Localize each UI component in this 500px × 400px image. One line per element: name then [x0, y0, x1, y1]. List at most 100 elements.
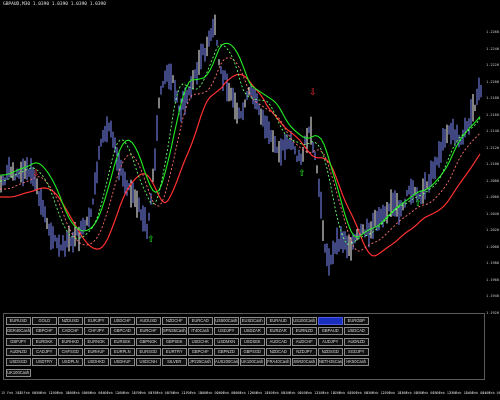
symbol-button-audcad[interactable]: AUDCAD — [266, 337, 291, 346]
symbol-button-eurhkd[interactable]: EURHKD — [58, 337, 83, 346]
symbol-button-eurnok[interactable]: EURNOK — [84, 337, 109, 346]
symbol-button-eursgd[interactable]: EURSGD — [136, 347, 161, 356]
symbol-button-swi20cash[interactable]: SWI20Cash — [292, 358, 317, 367]
symbol-button-usdcnh[interactable]: USDCNH — [136, 358, 161, 367]
symbol-button-usdcad[interactable]: USDCAD — [344, 327, 369, 336]
price-axis-label: 1.2180 — [486, 96, 499, 100]
symbol-button-audnzd[interactable]: AUDNZD — [344, 337, 369, 346]
symbol-button-ger40cash[interactable]: GER40Cash — [6, 327, 31, 336]
symbol-button-eurpln[interactable]: EURPLN — [110, 347, 135, 356]
symbol-button-eurzar[interactable]: EURZAR — [266, 327, 291, 336]
symbol-button-cadchf[interactable]: CADCHF — [58, 327, 83, 336]
symbol-button-chfjpy[interactable]: CHFJPY — [84, 327, 109, 336]
symbol-button-it40cash[interactable]: IT40Cash — [188, 327, 213, 336]
moving-average-red — [0, 73, 481, 257]
symbol-button-fra40cash[interactable]: FRA40Cash — [266, 358, 291, 367]
symbol-button-spn35cash[interactable]: SPN35Cash — [162, 327, 187, 336]
price-axis: 1.2260 1.2240 1.2220 1.2200 1.2180 1.2160 1.21… — [485, 0, 500, 390]
symbol-button-nzdusd[interactable]: NZDUSD — [58, 317, 83, 325]
price-axis-label: 1.1920 — [486, 310, 499, 315]
symbol-button-usdsgd[interactable]: USDSGD — [6, 358, 31, 367]
symbol-button-gbpnok[interactable]: GBPNOK — [136, 337, 161, 346]
price-axis-label: 1.1940 — [486, 294, 499, 298]
symbol-button-gbpcad[interactable]: GBPCAD — [110, 327, 135, 336]
symbol-button-usdzar[interactable]: USDZAR — [240, 327, 265, 336]
signal-arrow-down-icon: ⇩ — [32, 169, 40, 179]
symbol-button-usdsek[interactable]: USDSEK — [240, 337, 265, 346]
price-axis-label: 1.1980 — [486, 261, 499, 265]
price-axis-label: 1.2020 — [486, 228, 499, 232]
symbol-button-gbpaud[interactable]: GBPAUD — [318, 327, 343, 336]
symbol-button-gbpchf[interactable]: GBPCHF — [32, 327, 57, 336]
symbol-button-euraud[interactable]: EURAUD — [266, 317, 291, 325]
symbol-button-eurdkk[interactable]: EURDKK — [32, 337, 57, 346]
symbol-button-chfsgd[interactable]: CHFSGD — [58, 347, 83, 356]
symbol-button-cadjpy[interactable]: CADJPY — [32, 347, 57, 356]
price-axis-label: 1.1960 — [486, 277, 499, 282]
symbol-button-usdhuf[interactable]: USDHUF — [110, 358, 135, 367]
symbol-button-sgdjpy[interactable]: SGDJPY — [344, 347, 369, 356]
symbol-button-usdjpy[interactable]: USDJPY — [214, 327, 239, 336]
price-axis-label: 1.2100 — [486, 162, 499, 166]
symbol-button-gbpsgd[interactable]: GBPSGD — [240, 347, 265, 356]
symbol-button-jp225cash[interactable]: JP225Cash — [188, 358, 213, 367]
price-axis-label: 1.2240 — [486, 46, 499, 51]
symbol-button-audchf[interactable]: AUDCHF — [292, 337, 317, 346]
symbol-button-eurcad[interactable]: EURCAD — [188, 317, 213, 325]
price-axis-label: 1.2160 — [486, 112, 499, 117]
price-axis-label: 1.2040 — [486, 211, 499, 216]
signal-arrow-up-icon: ⇧ — [414, 199, 422, 209]
symbol-button-eurjpy[interactable]: EURJPY — [84, 317, 109, 325]
price-axis-label: 1.2000 — [486, 244, 499, 249]
price-axis-label: 1.2140 — [486, 129, 499, 133]
price-axis-label: 1.2200 — [486, 79, 499, 84]
symbol-button-eurhuf[interactable]: EURHUF — [84, 347, 109, 356]
symbol-button-aus200cash[interactable]: AUS200Cash — [214, 358, 239, 367]
symbol-button-usdtry[interactable]: USDTRY — [32, 358, 57, 367]
signal-arrow-up-icon: ⇧ — [298, 169, 306, 179]
symbol-button-audusd[interactable]: AUDUSD — [136, 317, 161, 325]
symbol-button-usdpln[interactable]: USDPLN — [58, 358, 83, 367]
symbol-button-audnzd[interactable]: AUDNZD — [6, 347, 31, 356]
symbol-button-gbpaud[interactable]: GBPAUD — [318, 317, 343, 325]
symbol-button-eusdcash[interactable]: EUSDCash — [240, 317, 265, 325]
symbol-button-nzdcad[interactable]: NZDCAD — [266, 347, 291, 356]
symbol-button-nzdchf[interactable]: NZDCHF — [162, 317, 187, 325]
signal-arrow-down-icon: ⇩ — [309, 88, 317, 98]
symbol-button-us500cash[interactable]: US500Cash — [214, 317, 239, 325]
symbol-button-eurchf[interactable]: EURCHF — [136, 327, 161, 336]
time-axis: 15 Feb 2023 15 Feb 06:00 15 Feb 12:00 15 Fe… — [0, 391, 500, 400]
chart-title: GBPAUD,M30 1.0390 1.0390 1.0390 1.0390 — [3, 2, 106, 7]
price-axis-label: 1.2220 — [486, 63, 499, 67]
symbol-button-gbpchf[interactable]: GBPCHF — [188, 347, 213, 356]
signal-arrow-up-icon: ⇧ — [147, 235, 155, 245]
symbol-button-usdhkd[interactable]: USDHKD — [84, 358, 109, 367]
symbol-button-eurusd[interactable]: EURUSD — [6, 317, 31, 325]
symbol-button-eursek[interactable]: EURSEK — [110, 337, 135, 346]
time-axis-label: 24 Feb 06:00 — [482, 391, 500, 395]
symbol-button-uk100cash[interactable]: UK100Cash — [240, 358, 265, 367]
symbol-button-eurnzd[interactable]: EURNZD — [292, 327, 317, 336]
symbol-button-gbpjpy[interactable]: GBPJPY — [6, 337, 31, 346]
moving-average-green — [0, 42, 481, 238]
symbol-button-eurgbp[interactable]: EURGBP — [344, 317, 369, 325]
symbol-switcher-panel: EURUSD GOLD NZDUSD EURJPY USDCHF AUDUSD NZDCHF… — [3, 313, 485, 380]
symbol-button-us100cash[interactable]: US100Cash — [292, 317, 317, 325]
symbol-button-audjpy[interactable]: AUDJPY — [318, 337, 343, 346]
symbol-button-neth25cash[interactable]: NETH25Cash — [318, 358, 343, 367]
price-axis-label: 1.2080 — [486, 178, 499, 183]
symbol-button-eurtry[interactable]: EURTRY — [162, 347, 187, 356]
symbol-button-usdmxn[interactable]: USDMXN — [214, 337, 239, 346]
symbol-button-hk50cash[interactable]: HK50Cash — [344, 358, 369, 367]
symbol-button-gold[interactable]: GOLD — [32, 317, 57, 325]
symbol-button-silver[interactable]: SILVER — [162, 358, 187, 367]
symbol-button-nzdsgd[interactable]: NZDSGD — [318, 347, 343, 356]
price-axis-label: 1.2260 — [486, 30, 499, 34]
symbol-button-nzdjpy[interactable]: NZDJPY — [292, 347, 317, 356]
symbol-button-usdchk[interactable]: USDCHK — [188, 337, 213, 346]
symbol-button-gbpnzd[interactable]: GBPNZD — [214, 347, 239, 356]
symbol-button-uk100cash[interactable]: UK100Cash — [6, 368, 31, 377]
symbol-button-usdchf[interactable]: USDCHF — [110, 317, 135, 325]
price-axis-label: 1.2060 — [486, 195, 499, 199]
symbol-button-gbpsek[interactable]: GBPSEK — [162, 337, 187, 346]
